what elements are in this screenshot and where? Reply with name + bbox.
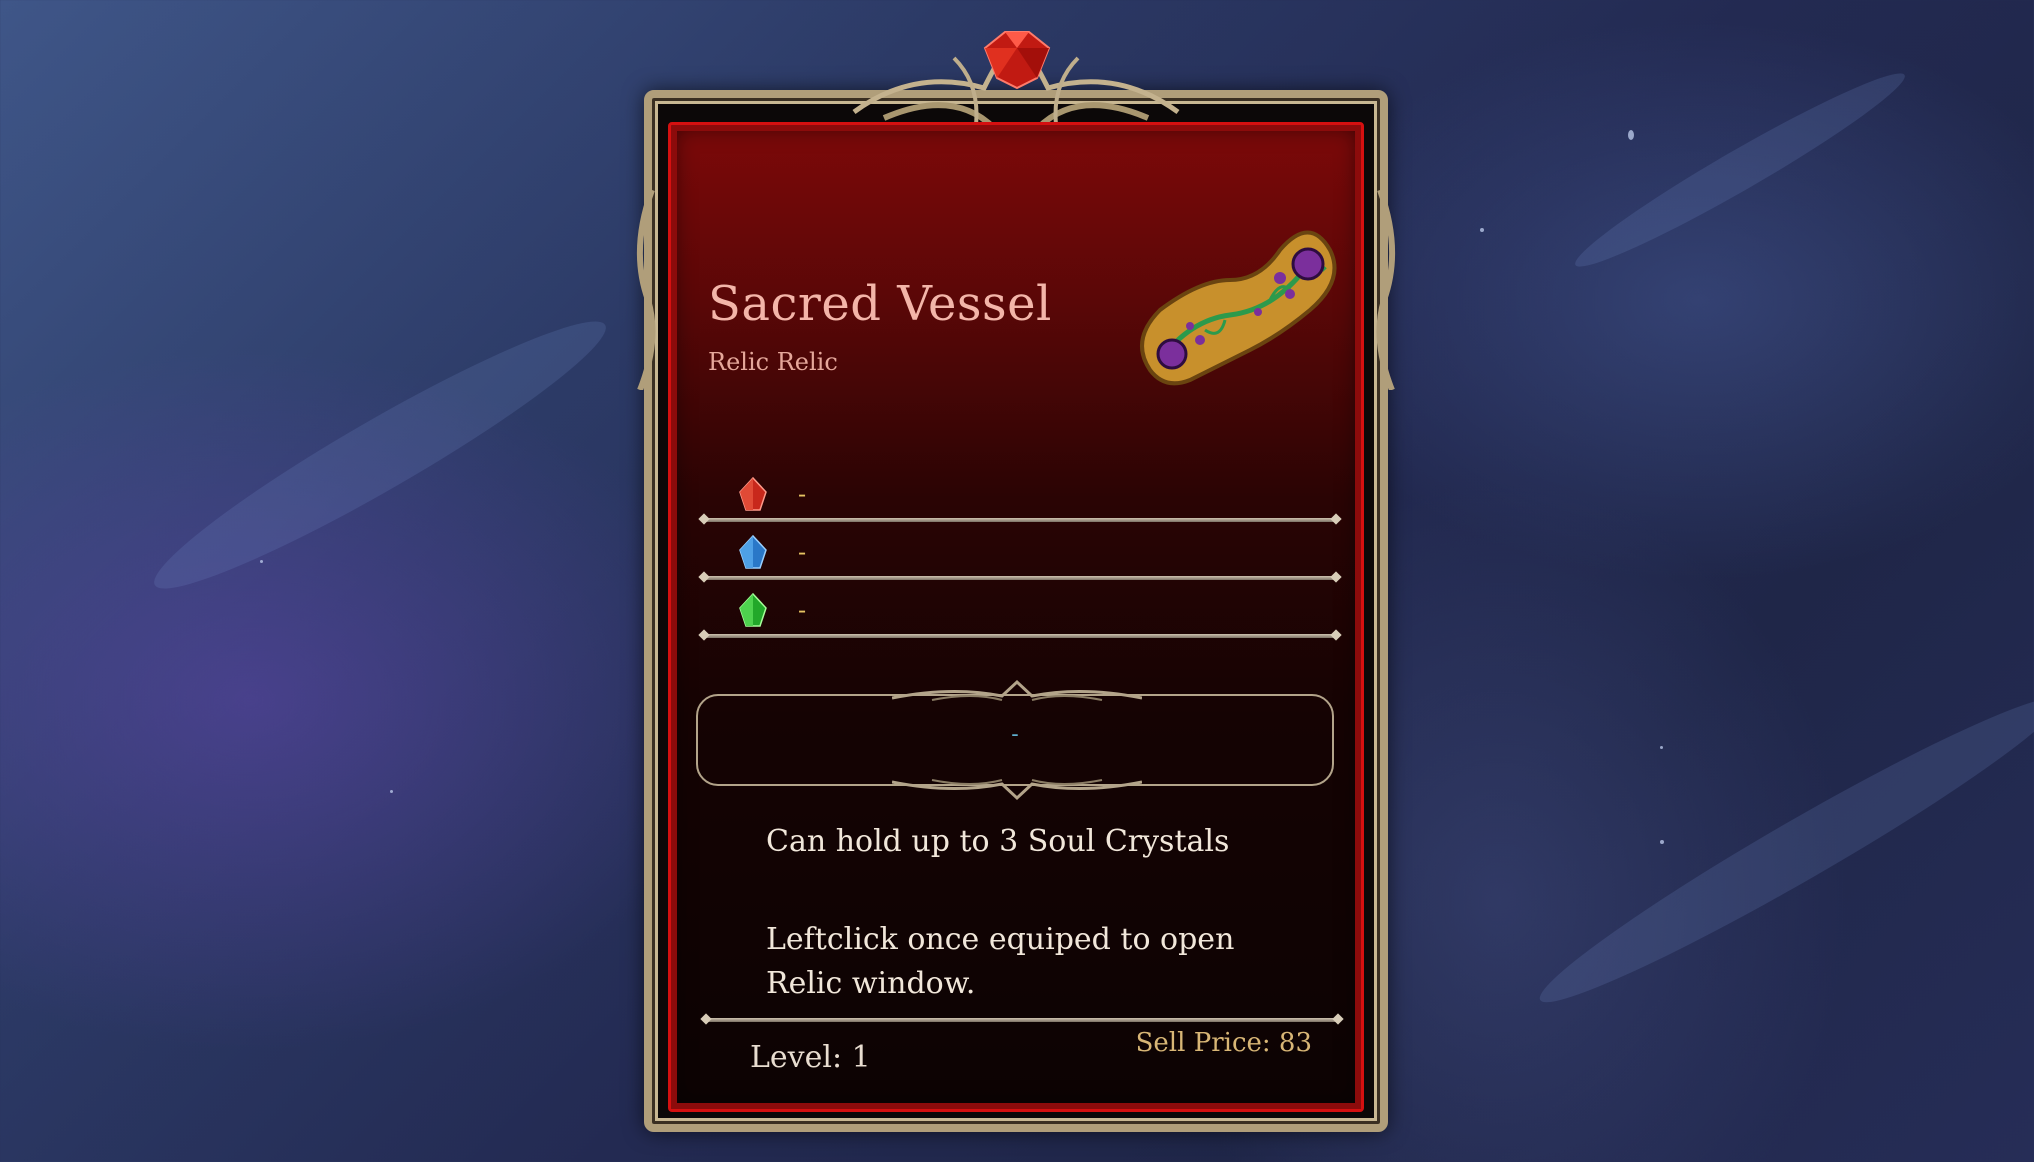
socket-value: - — [1011, 722, 1019, 747]
divider — [704, 518, 1336, 522]
item-name: Sacred Vessel — [708, 276, 1052, 332]
crystal-value: - — [798, 538, 807, 566]
background-streak — [137, 294, 623, 616]
crystal-value: - — [798, 596, 807, 624]
socket-box: - — [696, 679, 1334, 801]
background-streak — [1565, 57, 1915, 283]
item-tooltip: Sacred Vessel Relic Relic - - - - Can ho… — [636, 31, 1396, 1132]
ornament-top — [892, 679, 1142, 701]
green-crystal-icon — [739, 592, 767, 627]
blue-crystal-icon — [739, 534, 767, 569]
description-line: Can hold up to 3 Soul Crystals — [766, 824, 1230, 859]
item-type: Relic Relic — [708, 348, 838, 376]
relic-vessel-icon — [1140, 230, 1337, 386]
divider — [704, 576, 1336, 580]
ruby-gem-icon — [983, 31, 1051, 90]
sell-price: Sell Price: 83 — [1135, 1028, 1312, 1058]
vine-ornament-left — [636, 190, 656, 390]
star — [390, 790, 393, 793]
divider — [704, 634, 1336, 638]
item-level: Level: 1 — [750, 1040, 871, 1075]
ornament-bottom — [892, 779, 1142, 801]
star — [260, 560, 263, 563]
description-line: Leftclick once equiped to open Relic win… — [766, 922, 1235, 1001]
crystal-value: - — [798, 480, 807, 508]
red-crystal-icon — [739, 476, 767, 511]
crystal-row-green: - — [704, 592, 1336, 650]
vine-ornament-right — [1376, 190, 1396, 390]
divider — [706, 1018, 1338, 1022]
star — [1660, 746, 1663, 749]
background-streak — [1525, 674, 2034, 1026]
crystal-row-red: - — [704, 476, 1336, 534]
star — [1480, 228, 1484, 232]
star — [1660, 840, 1664, 844]
crystal-row-blue: - — [704, 534, 1336, 592]
star — [1628, 130, 1634, 140]
item-description: Can hold up to 3 Soul Crystals Leftclick… — [766, 820, 1286, 1006]
